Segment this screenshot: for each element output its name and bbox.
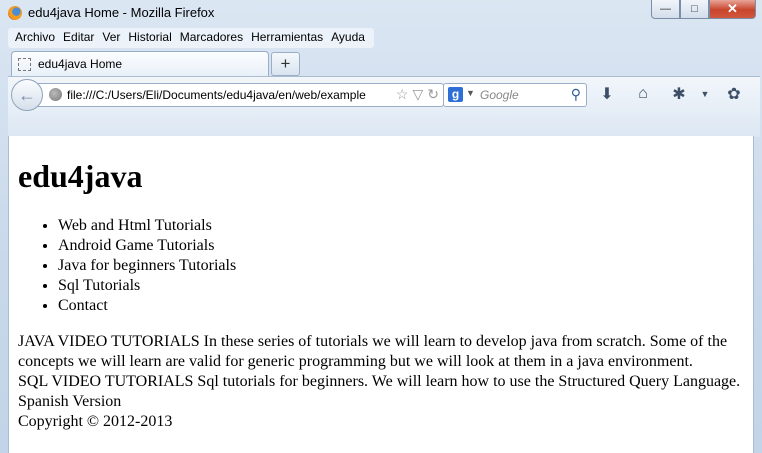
back-button[interactable]: ← [11, 79, 43, 111]
url-text[interactable]: file:///C:/Users/Eli/Documents/edu4java/… [67, 88, 377, 102]
new-tab-button[interactable]: + [271, 52, 300, 76]
title-bar: edu4java Home - Mozilla Firefox — □ ✕ [0, 0, 762, 26]
google-engine-icon[interactable]: g [448, 87, 463, 102]
tab-strip: edu4java Home + [8, 50, 762, 76]
menu-editar[interactable]: Editar [60, 28, 99, 48]
firefox-logo-icon [8, 6, 22, 20]
menu-bar: Archivo Editar Ver Historial Marcadores … [8, 28, 374, 48]
menu-ayuda[interactable]: Ayuda [328, 28, 370, 48]
engine-caret-icon[interactable]: ▼ [466, 88, 475, 98]
menu-archivo[interactable]: Archivo [12, 28, 60, 48]
link-contact[interactable]: Contact [58, 296, 236, 316]
copyright-text: Copyright © 2012-2013 [18, 413, 173, 430]
menu-ver[interactable]: Ver [99, 28, 125, 48]
bookmark-star-icon[interactable]: ☆ [396, 86, 409, 103]
page-heading: edu4java [18, 158, 143, 194]
menu-historial[interactable]: Historial [125, 28, 176, 48]
url-dropdown-icon[interactable]: ▽ [412, 86, 423, 103]
page-body-text: JAVA VIDEO TUTORIALS In these series of … [18, 332, 748, 432]
window-controls: — □ ✕ [651, 0, 756, 20]
reload-icon[interactable]: ↻ [427, 86, 439, 103]
navigation-toolbar: file:///C:/Users/Eli/Documents/edu4java/… [8, 76, 760, 137]
link-web-html-tutorials[interactable]: Web and Html Tutorials [58, 216, 236, 236]
search-go-icon[interactable]: ⚲ [571, 86, 581, 103]
browser-window: edu4java Home - Mozilla Firefox — □ ✕ Ar… [0, 0, 762, 453]
page-content: edu4java Web and Html Tutorials Android … [8, 136, 754, 453]
close-button[interactable]: ✕ [709, 0, 756, 19]
url-bar[interactable]: file:///C:/Users/Eli/Documents/edu4java/… [36, 83, 444, 107]
maximize-button[interactable]: □ [680, 0, 709, 19]
search-bar[interactable]: g ▼ Google ⚲ [443, 83, 587, 107]
java-video-tutorials-text: JAVA VIDEO TUTORIALS In these series of … [18, 333, 728, 370]
addon-icon[interactable]: ✱ [668, 83, 690, 105]
search-input[interactable]: Google [480, 88, 519, 102]
globe-icon [49, 88, 62, 101]
tab-label: edu4java Home [38, 57, 123, 71]
url-bar-icons: ☆ ▽ ↻ [396, 86, 439, 103]
menu-marcadores[interactable]: Marcadores [177, 28, 248, 48]
spanish-version-link[interactable]: Spanish Version [18, 392, 748, 412]
tab-edu4java-home[interactable]: edu4java Home [11, 51, 269, 76]
home-icon[interactable]: ⌂ [632, 83, 654, 105]
sql-video-tutorials-text: SQL VIDEO TUTORIALS Sql tutorials for be… [18, 373, 741, 390]
link-android-game-tutorials[interactable]: Android Game Tutorials [58, 236, 236, 256]
extension-icon[interactable]: ✿ [723, 83, 745, 105]
download-icon[interactable]: ⬇ [596, 83, 618, 105]
link-java-beginners-tutorials[interactable]: Java for beginners Tutorials [58, 256, 236, 276]
menu-caret-icon[interactable]: ▼ [694, 83, 716, 105]
menu-herramientas[interactable]: Herramientas [248, 28, 328, 48]
window-title: edu4java Home - Mozilla Firefox [28, 5, 215, 20]
page-favicon-icon [18, 58, 31, 71]
link-sql-tutorials[interactable]: Sql Tutorials [58, 276, 236, 296]
minimize-button[interactable]: — [651, 0, 680, 19]
tutorial-links-list: Web and Html Tutorials Android Game Tuto… [18, 216, 236, 316]
